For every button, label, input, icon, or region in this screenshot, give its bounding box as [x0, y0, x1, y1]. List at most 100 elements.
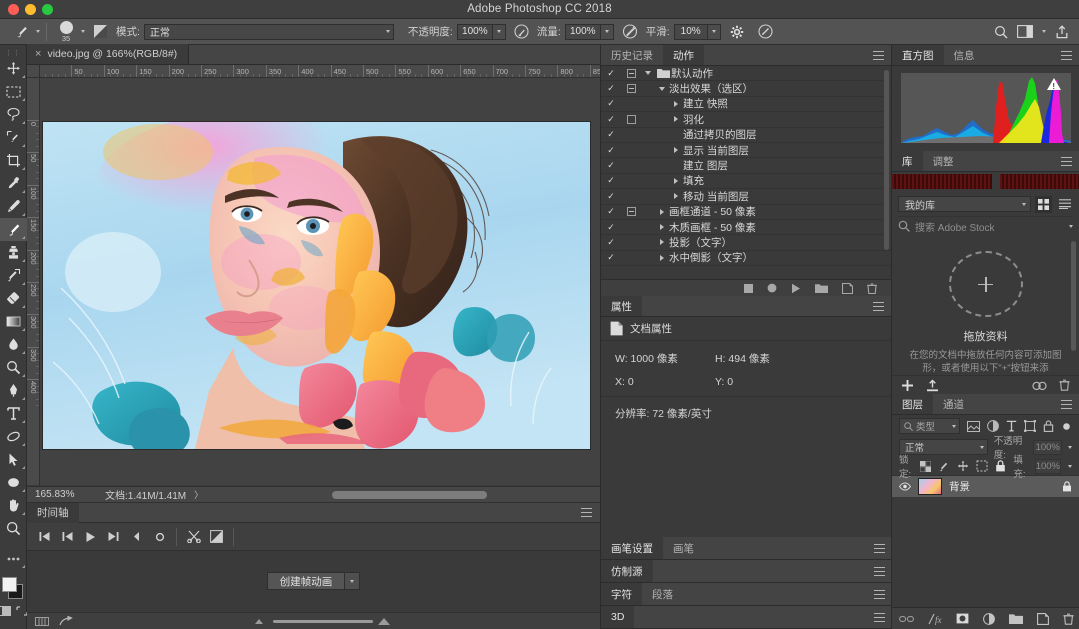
small-thumbnail-icon[interactable] — [255, 619, 263, 624]
filmstrip-icon[interactable] — [35, 617, 49, 626]
opacity-pressure-toggle[interactable] — [506, 19, 537, 45]
canvas-area[interactable] — [40, 78, 600, 485]
layer-opacity-value[interactable]: 100% — [1033, 440, 1062, 455]
tab-properties[interactable]: 属性 — [601, 296, 642, 316]
layer-thumbnail[interactable] — [918, 478, 942, 495]
action-row[interactable]: ✓画框通道 - 50 像素 — [601, 205, 891, 220]
add-icon[interactable] — [901, 379, 914, 392]
tab-libraries[interactable]: 库 — [892, 151, 923, 171]
stock-search-row[interactable]: 搜索 Adobe Stock — [898, 216, 1073, 235]
action-row[interactable]: ✓建立 图层 — [601, 158, 891, 173]
record-icon[interactable] — [767, 283, 777, 293]
chevron-down-icon[interactable] — [1069, 225, 1073, 228]
action-row[interactable]: ✓投影（文字） — [601, 235, 891, 250]
hand-tool[interactable] — [0, 494, 27, 517]
color-swatches[interactable] — [0, 574, 27, 604]
action-row[interactable]: ✓水中倒影（文字） — [601, 251, 891, 266]
new-set-icon[interactable] — [815, 283, 828, 293]
ruler-corner[interactable] — [27, 65, 40, 78]
action-row[interactable]: ✓默认动作 — [601, 66, 891, 81]
chevron-down-icon[interactable] — [655, 87, 669, 91]
tab-timeline[interactable]: 时间轴 — [27, 503, 79, 523]
pixel-filter-icon[interactable] — [967, 421, 980, 432]
go-to-first-frame-button[interactable] — [33, 525, 56, 549]
opacity-input[interactable]: 100% — [457, 24, 493, 40]
library-scrollbar[interactable] — [1071, 241, 1076, 351]
adjustment-icon[interactable] — [983, 613, 995, 625]
action-row[interactable]: ✓显示 当前图层 — [601, 143, 891, 158]
blur-tool[interactable] — [0, 333, 27, 356]
tab-active[interactable]: 仿制源 — [601, 560, 653, 582]
new-action-icon[interactable] — [842, 283, 853, 294]
close-icon[interactable]: × — [35, 49, 41, 59]
group-icon[interactable] — [1009, 613, 1023, 624]
tab-active[interactable]: 画笔设置 — [601, 537, 663, 559]
split-clip-button[interactable] — [182, 525, 205, 549]
play-icon[interactable] — [791, 283, 801, 294]
record-keyframe-button[interactable] — [148, 525, 171, 549]
healing-brush-tool[interactable] — [0, 195, 27, 218]
action-dialog-toggle[interactable] — [621, 69, 641, 78]
action-row[interactable]: ✓填充 — [601, 174, 891, 189]
current-tool-button[interactable] — [6, 19, 40, 45]
lock-position-icon[interactable] — [957, 460, 969, 472]
smoothing-stepper[interactable] — [708, 24, 721, 40]
layer-opacity-stepper-icon[interactable] — [1068, 446, 1072, 449]
brush-preset-picker[interactable]: 35 — [53, 19, 85, 45]
eyedropper-tool[interactable] — [0, 172, 27, 195]
chevron-right-icon[interactable] — [655, 239, 669, 245]
edit-toolbar-button[interactable] — [0, 547, 27, 570]
tab-actions[interactable]: 动作 — [663, 45, 704, 65]
quick-mask-icon[interactable] — [0, 606, 11, 616]
zoom-tool[interactable] — [0, 517, 27, 540]
shape-filter-icon[interactable] — [1024, 420, 1036, 432]
chevron-right-icon[interactable] — [669, 101, 683, 107]
action-enabled-checkbox[interactable]: ✓ — [601, 206, 621, 217]
horizontal-scrollbar[interactable] — [332, 491, 487, 499]
lock-image-icon[interactable] — [938, 460, 950, 472]
panel-menu-icon[interactable] — [581, 508, 600, 517]
histogram-graph[interactable]: ! — [901, 73, 1071, 143]
action-enabled-checkbox[interactable]: ✓ — [601, 98, 621, 109]
layer-fill-stepper-icon[interactable] — [1068, 465, 1072, 468]
library-drop-zone[interactable]: 拖放资料 在您的文档中拖放任何内容可添加图形，或者使用以下"+"按钮来添 — [892, 235, 1079, 375]
move-tool[interactable] — [0, 57, 27, 80]
smoothing-input[interactable]: 10% — [674, 24, 708, 40]
tab-channels[interactable]: 通道 — [933, 394, 974, 414]
tab-inactive[interactable]: 段落 — [642, 583, 683, 605]
smartobject-filter-icon[interactable] — [1043, 420, 1054, 432]
actions-list[interactable]: ✓默认动作✓淡出效果（选区）✓建立 快照✓羽化✓通过拷贝的图层✓显示 当前图层✓… — [601, 66, 891, 279]
tab-active[interactable]: 字符 — [601, 583, 642, 605]
render-video-icon[interactable] — [59, 616, 73, 627]
action-enabled-checkbox[interactable]: ✓ — [601, 129, 621, 140]
action-dialog-toggle[interactable] — [621, 207, 641, 216]
grid-view-button[interactable] — [1035, 196, 1052, 213]
vertical-ruler[interactable]: 050100150200250300350400 — [27, 78, 40, 485]
filter-toggle-icon[interactable] — [1061, 421, 1072, 432]
path-selection-tool[interactable] — [0, 425, 27, 448]
chevron-down-icon[interactable] — [1042, 30, 1046, 33]
cc-sync-icon[interactable] — [1032, 380, 1047, 391]
delete-icon[interactable] — [1063, 613, 1074, 625]
transition-button[interactable] — [205, 525, 228, 549]
airbrush-toggle[interactable] — [614, 19, 646, 45]
layer-name[interactable]: 背景 — [949, 479, 970, 494]
pen-tool[interactable] — [0, 379, 27, 402]
action-enabled-checkbox[interactable]: ✓ — [601, 252, 621, 263]
layer-fill-value[interactable]: 100% — [1035, 459, 1061, 474]
horizontal-ruler[interactable]: 5010015020025030035040045050055060065070… — [40, 65, 600, 78]
layer-row-background[interactable]: 背景 — [892, 476, 1079, 497]
history-brush-tool[interactable] — [0, 264, 27, 287]
search-icon[interactable] — [994, 25, 1008, 39]
quick-selection-tool[interactable] — [0, 126, 27, 149]
chevron-down-icon[interactable] — [641, 71, 655, 75]
action-row[interactable]: ✓木质画框 - 50 像素 — [601, 220, 891, 235]
marquee-tool[interactable] — [0, 80, 27, 103]
timeline-zoom-slider[interactable] — [255, 617, 390, 625]
dodge-tool[interactable] — [0, 356, 27, 379]
zoom-level[interactable]: 165.83% — [27, 489, 99, 500]
brush-tool[interactable] — [0, 218, 27, 241]
lock-transparency-icon[interactable] — [920, 461, 931, 472]
stop-icon[interactable] — [744, 284, 753, 293]
toolbar-drag-handle[interactable]: ⋮⋮ — [0, 49, 26, 57]
